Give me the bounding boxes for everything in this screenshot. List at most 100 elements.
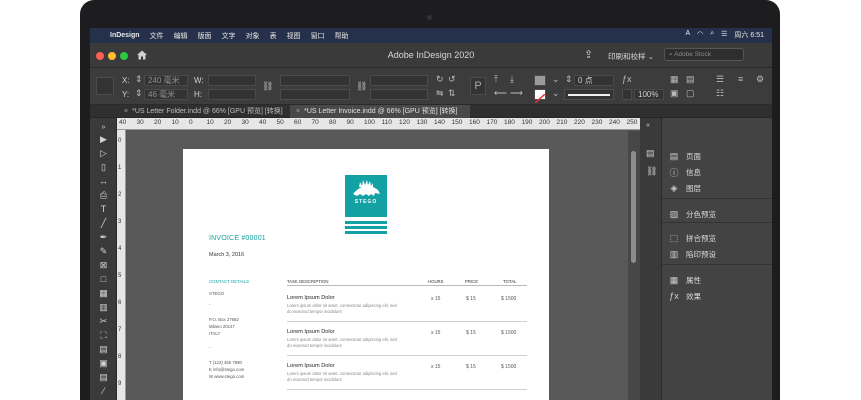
menu-table[interactable]: 表 xyxy=(270,31,277,41)
contact-line[interactable]: - xyxy=(209,345,210,350)
stroke-weight-field[interactable]: 0 点 xyxy=(574,75,614,86)
flip-vertical-icon[interactable]: ⇅ xyxy=(448,88,456,99)
share-icon[interactable]: ⇪ xyxy=(584,48,593,61)
stepper-icon[interactable]: ⇕ xyxy=(565,74,573,85)
text-wrap-icon[interactable]: ▦ xyxy=(670,74,679,85)
clock[interactable]: 周六 6:51 xyxy=(734,30,764,40)
vertical-ruler[interactable]: 0 1 2 3 4 5 6 7 8 9 xyxy=(117,130,126,400)
menu-edit[interactable]: 编辑 xyxy=(174,31,188,41)
row-hours[interactable]: x 15 xyxy=(431,296,440,302)
menu-object[interactable]: 对象 xyxy=(246,31,260,41)
menu-app-name[interactable]: InDesign xyxy=(110,32,140,39)
collapse-panels-icon[interactable]: « xyxy=(646,122,650,129)
panel-item-flattener[interactable]: ⬚ 拼合预览 xyxy=(662,230,772,246)
row-hours[interactable]: x 15 xyxy=(431,330,440,336)
row-price[interactable]: $ 15 xyxy=(466,296,476,302)
rotate-90-cw-icon[interactable]: ↻ xyxy=(436,74,444,85)
control-center-icon[interactable]: ☰ xyxy=(721,30,727,40)
chevron-down-icon[interactable]: ⌄ xyxy=(552,88,560,99)
selection-tool-icon[interactable]: ▶ xyxy=(98,134,109,145)
contact-line[interactable]: W www.stego.com xyxy=(209,374,244,379)
row-total[interactable]: $ 1500 xyxy=(501,296,516,302)
contact-line[interactable]: P.O. Box 27682 xyxy=(209,317,239,322)
fill-swatch[interactable] xyxy=(534,75,546,86)
scale-x-field[interactable] xyxy=(280,75,350,86)
pen-tool-icon[interactable]: ✒ xyxy=(98,232,109,243)
row-hours[interactable]: x 15 xyxy=(431,364,440,370)
rectangle-frame-tool-icon[interactable]: ⊠ xyxy=(98,260,109,271)
contact-line[interactable]: ITALY xyxy=(209,331,220,336)
vertical-scrollbar[interactable] xyxy=(628,131,640,400)
select-content-icon[interactable]: ⤓ xyxy=(510,74,514,85)
stroke-type-field[interactable] xyxy=(564,89,614,100)
stepper-icon[interactable]: ⇕ xyxy=(135,74,143,85)
contact-line[interactable]: Milano 20147 xyxy=(209,324,235,329)
collapse-toolbar-icon[interactable]: » xyxy=(98,122,109,133)
search-icon[interactable]: ⌕ xyxy=(710,30,714,40)
chevron-down-icon[interactable]: ⌄ xyxy=(552,74,560,85)
row-price[interactable]: $ 15 xyxy=(466,364,476,370)
rotate-90-ccw-icon[interactable]: ↺ xyxy=(448,74,456,85)
distribute-icon[interactable]: ☰ xyxy=(716,74,724,85)
panel-item-trap[interactable]: ▥ 陷印预设 xyxy=(662,246,772,262)
properties-icon[interactable]: ▤ xyxy=(646,148,655,159)
menu-layout[interactable]: 版面 xyxy=(198,31,212,41)
align-icon[interactable]: ▤ xyxy=(686,74,695,85)
line-tool-icon[interactable]: ╱ xyxy=(98,218,109,229)
row-description[interactable]: Lorem ipsum dolor sit amet, consectetur … xyxy=(287,371,397,383)
links-icon[interactable]: ⛓ xyxy=(646,166,657,177)
workspace-switcher[interactable]: 印刷和校样 ⌄ xyxy=(608,51,654,62)
panel-item-info[interactable]: ⓘ 信息 xyxy=(662,164,772,180)
constrain-link-icon[interactable]: ⛓ xyxy=(262,81,273,92)
contact-line[interactable]: STEGO xyxy=(209,291,224,296)
panel-item-fx[interactable]: ƒx 效果 xyxy=(662,288,772,304)
row-total[interactable]: $ 1500 xyxy=(501,330,516,336)
select-next-icon[interactable]: ⟶ xyxy=(510,88,523,99)
frame-fitting-icon[interactable]: ▣ xyxy=(670,88,679,99)
x-field[interactable]: 240 毫米 xyxy=(144,75,188,86)
panel-item-pages[interactable]: ▤ 页面 xyxy=(662,148,772,164)
scrollbar-thumb[interactable] xyxy=(631,151,636,263)
tab-invoice[interactable]: × *US Letter Invoice.indd @ 66% [GPU 预览] … xyxy=(290,105,470,118)
header-task[interactable]: TASK DESCRIPTION xyxy=(287,279,328,284)
stepper-icon[interactable]: ⇕ xyxy=(135,88,143,99)
invoice-title[interactable]: INVOICE #00001 xyxy=(209,235,266,242)
align-objects-icon[interactable]: ☷ xyxy=(716,88,724,99)
adobe-stock-search[interactable]: ⌕ Adobe Stock xyxy=(664,48,744,61)
select-container-icon[interactable]: ⤒ xyxy=(494,74,498,85)
gradient-feather-tool-icon[interactable]: ▣ xyxy=(98,358,109,369)
close-icon[interactable]: × xyxy=(124,108,128,115)
document-page[interactable]: STEGO INVOICE #00001 March 3, 2016 CONTA… xyxy=(183,149,549,400)
menu-window[interactable]: 窗口 xyxy=(311,31,325,41)
row-description[interactable]: Lorem ipsum dolor sit amet, consectetur … xyxy=(287,303,397,315)
scale-y-field[interactable] xyxy=(280,89,350,100)
type-tool-icon[interactable]: T xyxy=(98,204,109,215)
opacity-icon[interactable] xyxy=(622,89,632,100)
shear-field[interactable] xyxy=(370,89,428,100)
gradient-tool-icon[interactable]: ▤ xyxy=(98,344,109,355)
header-hours[interactable]: HOURS xyxy=(428,279,444,284)
rectangle-tool-icon[interactable]: □ xyxy=(98,274,109,285)
eyedropper-tool-icon[interactable]: ⁄ xyxy=(98,386,109,397)
horizontal-ruler[interactable]: 40 30 20 10 0 10 20 30 40 50 60 70 80 90 100 110 120 130 1… xyxy=(117,118,640,130)
y-field[interactable]: 46 毫米 xyxy=(144,89,188,100)
row-description[interactable]: Lorem ipsum dolor sit amet, consectetur … xyxy=(287,337,397,349)
panel-item-layers[interactable]: ◈ 图层 xyxy=(662,180,772,196)
note-tool-icon[interactable]: ▤ xyxy=(98,372,109,383)
input-method-icon[interactable]: A xyxy=(685,30,690,40)
close-icon[interactable]: × xyxy=(296,108,300,115)
gear-icon[interactable]: ⚙ xyxy=(756,74,764,85)
pasteboard[interactable]: STEGO INVOICE #00001 March 3, 2016 CONTA… xyxy=(127,131,628,400)
tab-folder[interactable]: × *US Letter Folder.indd @ 66% [GPU 预览] [… xyxy=(118,105,288,118)
panel-menu-icon[interactable]: ≡ xyxy=(738,74,743,84)
menu-type[interactable]: 文字 xyxy=(222,31,236,41)
scissors-tool-icon[interactable]: ✂ xyxy=(98,316,109,327)
menu-help[interactable]: 帮助 xyxy=(335,31,349,41)
width-field[interactable] xyxy=(208,75,256,86)
gap-tool-icon[interactable]: ↔ xyxy=(98,176,109,187)
height-field[interactable] xyxy=(208,89,256,100)
row-total[interactable]: $ 1500 xyxy=(501,364,516,370)
row-price[interactable]: $ 15 xyxy=(466,330,476,336)
invoice-date[interactable]: March 3, 2016 xyxy=(209,252,244,258)
direct-selection-tool-icon[interactable]: ▷ xyxy=(98,148,109,159)
